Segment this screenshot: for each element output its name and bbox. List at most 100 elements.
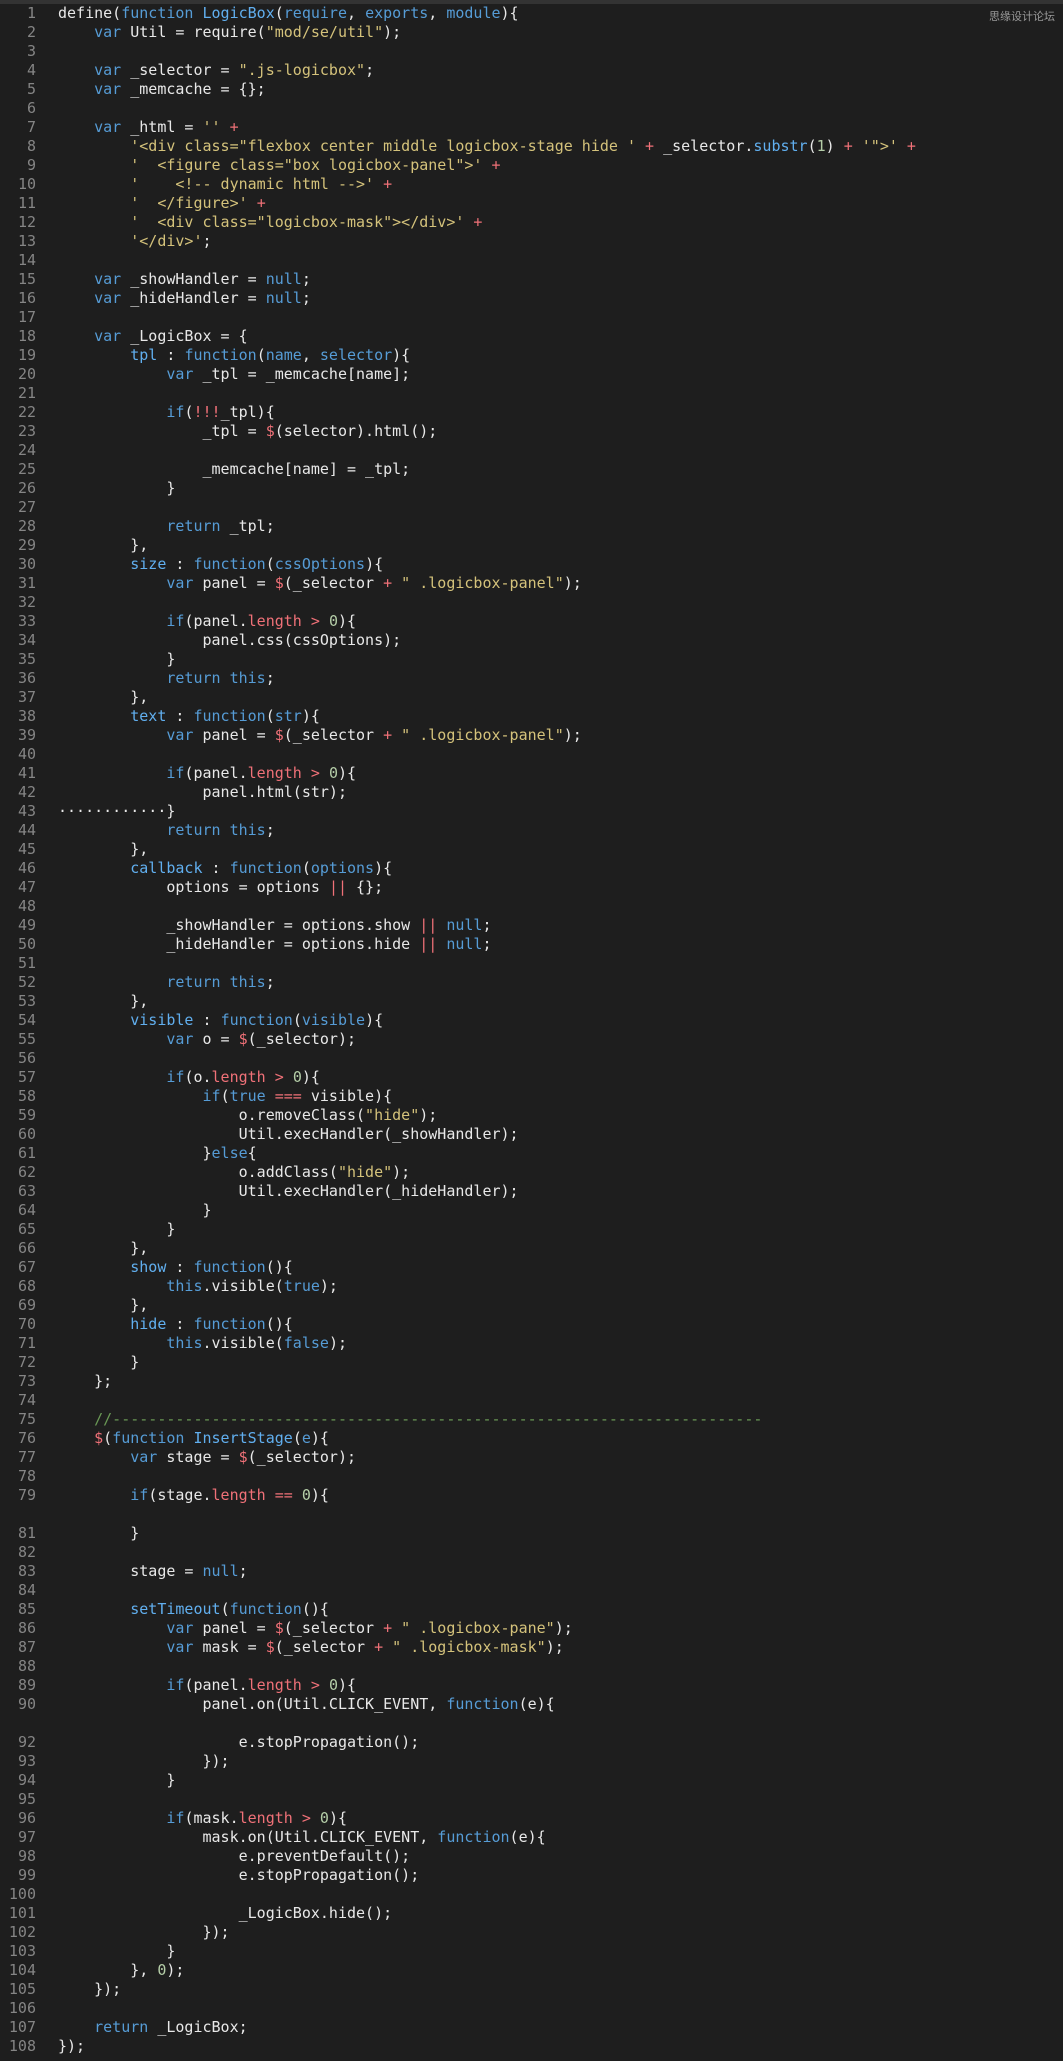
code-line[interactable]: 62 o.addClass("hide"); xyxy=(0,1163,1063,1182)
code-line[interactable]: 98 e.preventDefault(); xyxy=(0,1847,1063,1866)
code-line[interactable]: 26 } xyxy=(0,479,1063,498)
code-line[interactable]: 66 }, xyxy=(0,1239,1063,1258)
code-line[interactable]: 53 }, xyxy=(0,992,1063,1011)
code-line[interactable]: 74 xyxy=(0,1391,1063,1410)
code-line[interactable]: 42 panel.html(str); xyxy=(0,783,1063,802)
code-line[interactable]: 54 visible : function(visible){ xyxy=(0,1011,1063,1030)
code-line[interactable]: 30 size : function(cssOptions){ xyxy=(0,555,1063,574)
code-line[interactable]: 8 '<div class="flexbox center middle log… xyxy=(0,137,1063,156)
code-line[interactable]: 88 xyxy=(0,1657,1063,1676)
code-line[interactable]: 68 this.visible(true); xyxy=(0,1277,1063,1296)
code-line[interactable]: 73 }; xyxy=(0,1372,1063,1391)
code-line[interactable]: 32 xyxy=(0,593,1063,612)
code-line[interactable]: 61 }else{ xyxy=(0,1144,1063,1163)
code-line[interactable]: 41 if(panel.length > 0){ xyxy=(0,764,1063,783)
code-line[interactable]: 59 o.removeClass("hide"); xyxy=(0,1106,1063,1125)
code-line[interactable]: 20 var _tpl = _memcache[name]; xyxy=(0,365,1063,384)
code-line[interactable]: 3 xyxy=(0,42,1063,61)
code-line[interactable]: 29 }, xyxy=(0,536,1063,555)
code-line[interactable]: 83 stage = null; xyxy=(0,1562,1063,1581)
code-line[interactable]: 86 var panel = $(_selector + " .logicbox… xyxy=(0,1619,1063,1638)
code-line[interactable]: 43 ············} xyxy=(0,802,1063,821)
code-line[interactable]: 64 } xyxy=(0,1201,1063,1220)
code-line[interactable]: 17 xyxy=(0,308,1063,327)
code-line[interactable]: 22 if(!!!_tpl){ xyxy=(0,403,1063,422)
code-line[interactable]: 58 if(true === visible){ xyxy=(0,1087,1063,1106)
code-line[interactable]: 38 text : function(str){ xyxy=(0,707,1063,726)
code-line[interactable]: 71 this.visible(false); xyxy=(0,1334,1063,1353)
code-line[interactable]: 15 var _showHandler = null; xyxy=(0,270,1063,289)
code-line[interactable]: 6 xyxy=(0,99,1063,118)
code-line[interactable]: 52 return this; xyxy=(0,973,1063,992)
code-line[interactable]: 10 ' <!-- dynamic html -->' + xyxy=(0,175,1063,194)
code-line[interactable]: 13 '</div>'; xyxy=(0,232,1063,251)
code-line[interactable]: 2 var Util = require("mod/se/util"); xyxy=(0,23,1063,42)
code-line[interactable]: 93 }); xyxy=(0,1752,1063,1771)
code-line[interactable]: 39 var panel = $(_selector + " .logicbox… xyxy=(0,726,1063,745)
code-line[interactable]: 102 }); xyxy=(0,1923,1063,1942)
code-line[interactable]: 104 }, 0); xyxy=(0,1961,1063,1980)
code-line[interactable]: 51 xyxy=(0,954,1063,973)
code-line[interactable]: 14 xyxy=(0,251,1063,270)
code-line[interactable]: 56 xyxy=(0,1049,1063,1068)
code-line[interactable]: 33 if(panel.length > 0){ xyxy=(0,612,1063,631)
code-line[interactable]: 75 //-----------------------------------… xyxy=(0,1410,1063,1429)
code-line[interactable]: 90 panel.on(Util.CLICK_EVENT, function(e… xyxy=(0,1695,1063,1714)
code-line[interactable]: 69 }, xyxy=(0,1296,1063,1315)
code-line[interactable]: 85 setTimeout(function(){ xyxy=(0,1600,1063,1619)
code-line[interactable]: 72 } xyxy=(0,1353,1063,1372)
code-line[interactable]: 107 return _LogicBox; xyxy=(0,2018,1063,2037)
code-line[interactable]: 31 var panel = $(_selector + " .logicbox… xyxy=(0,574,1063,593)
code-line[interactable]: 89 if(panel.length > 0){ xyxy=(0,1676,1063,1695)
code-line[interactable]: 60 Util.execHandler(_showHandler); xyxy=(0,1125,1063,1144)
code-line[interactable]: 46 callback : function(options){ xyxy=(0,859,1063,878)
code-line[interactable]: 76 $(function InsertStage(e){ xyxy=(0,1429,1063,1448)
code-line[interactable]: 34 panel.css(cssOptions); xyxy=(0,631,1063,650)
code-line[interactable]: 67 show : function(){ xyxy=(0,1258,1063,1277)
code-line[interactable]: 4 var _selector = ".js-logicbox"; xyxy=(0,61,1063,80)
code-line[interactable]: 5 var _memcache = {}; xyxy=(0,80,1063,99)
code-line[interactable]: 16 var _hideHandler = null; xyxy=(0,289,1063,308)
code-line[interactable]: 82 xyxy=(0,1543,1063,1562)
code-line[interactable]: 97 mask.on(Util.CLICK_EVENT, function(e)… xyxy=(0,1828,1063,1847)
code-line[interactable]: 47 options = options || {}; xyxy=(0,878,1063,897)
code-line[interactable]: 100 xyxy=(0,1885,1063,1904)
code-line[interactable]: 40 xyxy=(0,745,1063,764)
code-line[interactable]: 106 xyxy=(0,1999,1063,2018)
code-line[interactable]: 7 var _html = '' + xyxy=(0,118,1063,137)
code-line[interactable]: 11 ' </figure>' + xyxy=(0,194,1063,213)
code-line[interactable]: 70 hide : function(){ xyxy=(0,1315,1063,1334)
code-line[interactable]: 63 Util.execHandler(_hideHandler); xyxy=(0,1182,1063,1201)
code-line[interactable]: 92 e.stopPropagation(); xyxy=(0,1733,1063,1752)
code-line[interactable]: 1 define(function LogicBox(require, expor… xyxy=(0,4,1063,23)
code-line[interactable]: 18 var _LogicBox = { xyxy=(0,327,1063,346)
code-line[interactable]: 37 }, xyxy=(0,688,1063,707)
code-line[interactable]: 25 _memcache[name] = _tpl; xyxy=(0,460,1063,479)
code-line[interactable]: 28 return _tpl; xyxy=(0,517,1063,536)
code-line[interactable]: 94 } xyxy=(0,1771,1063,1790)
code-line[interactable]: 50 _hideHandler = options.hide || null; xyxy=(0,935,1063,954)
code-line[interactable]: 87 var mask = $(_selector + " .logicbox-… xyxy=(0,1638,1063,1657)
code-line[interactable]: 48 xyxy=(0,897,1063,916)
code-line[interactable]: 24 xyxy=(0,441,1063,460)
code-line[interactable]: 99 e.stopPropagation(); xyxy=(0,1866,1063,1885)
code-line[interactable]: 12 ' <div class="logicbox-mask"></div>' … xyxy=(0,213,1063,232)
code-line[interactable]: 78 xyxy=(0,1467,1063,1486)
code-line[interactable]: 55 var o = $(_selector); xyxy=(0,1030,1063,1049)
code-line[interactable]: 36 return this; xyxy=(0,669,1063,688)
code-line[interactable]: 21 xyxy=(0,384,1063,403)
code-line[interactable]: 105 }); xyxy=(0,1980,1063,1999)
code-editor[interactable]: 1 define(function LogicBox(require, expor… xyxy=(0,4,1063,2061)
code-line[interactable]: 96 if(mask.length > 0){ xyxy=(0,1809,1063,1828)
code-line[interactable]: 108}); xyxy=(0,2037,1063,2056)
code-line[interactable]: 27 xyxy=(0,498,1063,517)
code-line[interactable]: 9 ' <figure class="box logicbox-panel">'… xyxy=(0,156,1063,175)
code-line[interactable]: 81 } xyxy=(0,1524,1063,1543)
code-line[interactable]: 95 xyxy=(0,1790,1063,1809)
code-line[interactable]: 77 var stage = $(_selector); xyxy=(0,1448,1063,1467)
code-line[interactable]: 101 _LogicBox.hide(); xyxy=(0,1904,1063,1923)
code-line[interactable]: 103 } xyxy=(0,1942,1063,1961)
code-line[interactable]: 44 return this; xyxy=(0,821,1063,840)
code-line[interactable]: 35 } xyxy=(0,650,1063,669)
code-line[interactable]: 49 _showHandler = options.show || null; xyxy=(0,916,1063,935)
